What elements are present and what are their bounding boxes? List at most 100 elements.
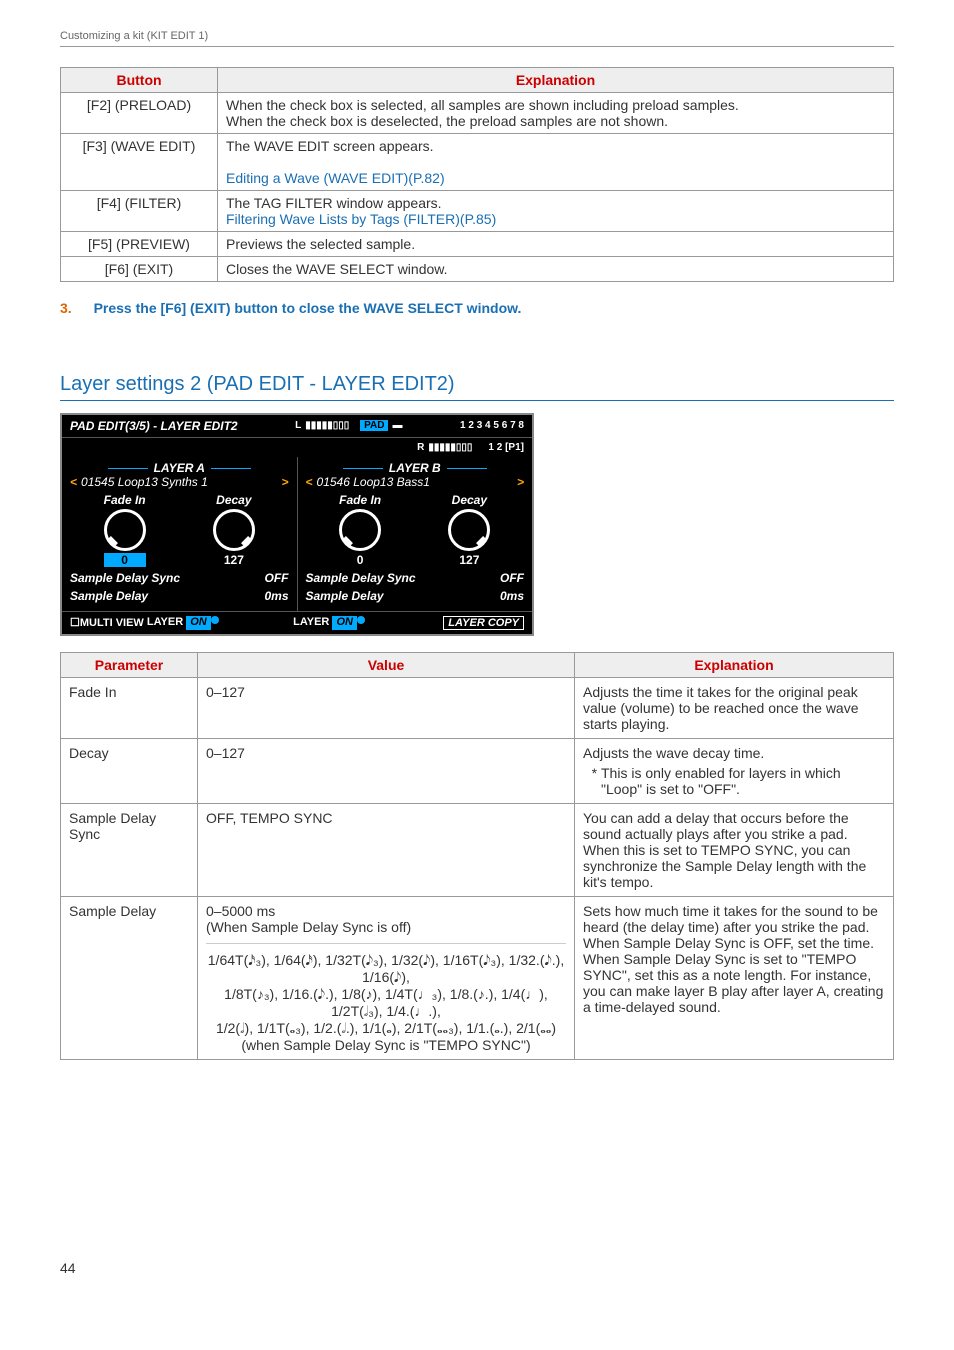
text-line: 1/64T(𝅘𝅥𝅯₃), 1/64(𝅘𝅥𝅯), 1/32T(𝅘𝅥𝅮₃), 1/3… [206,952,566,986]
lcd-title-text: PAD EDIT(3/5) - LAYER EDIT2 [70,419,238,433]
decay-label: Decay [448,493,490,507]
th-parameter: Parameter [61,652,198,677]
table-row: Sample Delay 0–5000 ms (When Sample Dela… [61,896,894,1059]
sd-value: 0ms [264,589,288,603]
explanation-cell: Sets how much time it takes for the soun… [575,896,894,1059]
button-cell: [F2] (PRELOAD) [61,93,218,134]
table-row: Fade In 0–127 Adjusts the time it takes … [61,677,894,738]
sds-value: OFF [265,571,289,585]
param-cell: Fade In [61,677,198,738]
text-line: When the check box is selected, all samp… [226,97,885,113]
lcd-grid: 1 2 3 4 5 6 7 8 [460,419,524,433]
text-line: 1/2(𝅗𝅥), 1/1T(𝅝₃), 1/2.(𝅗𝅥.), 1/1(𝅝), 2/… [206,1020,566,1037]
param-cell: Sample Delay Sync [61,803,198,896]
text-line: Adjusts the wave decay time. [583,745,764,761]
layer-a-toggle: ON [186,616,211,630]
layer-label: LAYER [293,616,329,630]
link[interactable]: Filtering Wave Lists by Tags (FILTER)(P.… [226,211,496,227]
layer-a-wave: 01545 Loop13 Synths 1 [81,475,208,489]
note-item: This is only enabled for layers in which… [601,765,885,797]
meter-r-label: R [417,442,424,453]
explanation-cell: Closes the WAVE SELECT window. [218,257,894,282]
param-cell: Decay [61,738,198,803]
buttons-table: Button Explanation [F2] (PRELOAD) When t… [60,67,894,282]
sd-label: Sample Delay [70,589,148,603]
layer-b-wave: 01546 Loop13 Bass1 [317,475,430,489]
table-row: [F6] (EXIT) Closes the WAVE SELECT windo… [61,257,894,282]
explanation-cell: You can add a delay that occurs before t… [575,803,894,896]
decay-value: 127 [213,553,255,567]
value-cell: OFF, TEMPO SYNC [198,803,575,896]
knob-icon [213,509,255,551]
button-cell: [F3] (WAVE EDIT) [61,134,218,191]
step-number: 3. [60,300,72,316]
grid-top: 1 2 3 4 5 6 7 8 [460,420,524,431]
layer-b-header: LAYER B [306,461,525,475]
text-line: (when Sample Delay Sync is "TEMPO SYNC") [206,1037,566,1053]
step: 3. Press the [F6] (EXIT) button to close… [60,300,894,316]
decay-value: 127 [448,553,490,567]
value-top: 0–5000 ms (When Sample Delay Sync is off… [206,903,566,944]
lcd-meters: L▮▮▮▮▮▯▯▯ PAD▬ [295,419,402,433]
step-text: Press the [F6] (EXIT) button to close th… [94,300,522,316]
knob-icon [104,509,146,551]
param-cell: Sample Delay [61,896,198,1059]
knob-icon [339,509,381,551]
value-cell: 0–127 [198,677,575,738]
value-cell: 0–127 [198,738,575,803]
chevron-right-icon: > [281,475,288,489]
table-row: [F3] (WAVE EDIT) The WAVE EDIT screen ap… [61,134,894,191]
explanation-cell: Previews the selected sample. [218,232,894,257]
fade-in-value: 0 [339,553,381,567]
toggle-dot-icon [211,616,219,624]
lcd-screenshot: PAD EDIT(3/5) - LAYER EDIT2 L▮▮▮▮▮▯▯▯ PA… [60,413,534,636]
layer-a-header: LAYER A [70,461,289,475]
button-cell: [F5] (PREVIEW) [61,232,218,257]
fade-in-label: Fade In [339,493,381,507]
fade-in-value: 0 [104,553,146,567]
decay-label: Decay [213,493,255,507]
fade-in-label: Fade In [104,493,146,507]
th-explanation: Explanation [575,652,894,677]
layer-copy-button: LAYER COPY [443,616,524,630]
meter-l-label: L [295,420,301,431]
explanation-cell: Adjusts the wave decay time. This is onl… [575,738,894,803]
table-row: [F2] (PRELOAD) When the check box is sel… [61,93,894,134]
sd-label: Sample Delay [306,589,384,603]
sds-label: Sample Delay Sync [70,571,180,585]
explanation-cell: The TAG FILTER window appears. Filtering… [218,191,894,232]
table-row: [F4] (FILTER) The TAG FILTER window appe… [61,191,894,232]
pad-badge: PAD [360,420,388,431]
th-value: Value [198,652,575,677]
chevron-left-icon: < [70,475,77,489]
value-cell: 0–5000 ms (When Sample Delay Sync is off… [198,896,575,1059]
grid-bottom: 1 2 [P1] [488,442,524,453]
toggle-dot-icon [357,616,365,624]
table-row: [F5] (PREVIEW) Previews the selected sam… [61,232,894,257]
sds-value: OFF [500,571,524,585]
table-row: Decay 0–127 Adjusts the wave decay time.… [61,738,894,803]
value-bottom: 1/64T(𝅘𝅥𝅯₃), 1/64(𝅘𝅥𝅯), 1/32T(𝅘𝅥𝅮₃), 1/3… [206,952,566,1053]
sd-value: 0ms [500,589,524,603]
th-button: Button [61,68,218,93]
button-cell: [F4] (FILTER) [61,191,218,232]
sds-label: Sample Delay Sync [306,571,416,585]
knob-icon [448,509,490,551]
text-line: The WAVE EDIT screen appears. [226,138,885,154]
page-header: Customizing a kit (KIT EDIT 1) [60,30,894,47]
lcd-layer-a: LAYER A < 01545 Loop13 Synths 1 > Fade I… [62,457,298,611]
section-heading: Layer settings 2 (PAD EDIT - LAYER EDIT2… [60,373,894,401]
text-line: The TAG FILTER window appears. [226,195,885,211]
layer-b-toggle: ON [332,616,357,630]
lcd-layer-b: LAYER B < 01546 Loop13 Bass1 > Fade In 0… [298,457,533,611]
link[interactable]: Editing a Wave (WAVE EDIT)(P.82) [226,170,445,186]
table-row: Sample Delay Sync OFF, TEMPO SYNC You ca… [61,803,894,896]
explanation-cell: When the check box is selected, all samp… [218,93,894,134]
explanation-cell: The WAVE EDIT screen appears. Editing a … [218,134,894,191]
parameter-table: Parameter Value Explanation Fade In 0–12… [60,652,894,1060]
text-line: When the check box is deselected, the pr… [226,113,885,129]
th-explanation: Explanation [218,68,894,93]
text-line: 1/8T(♪₃), 1/16.(𝅘𝅥𝅮.), 1/8(♪), 1/4T(♩₃),… [206,986,566,1020]
chevron-right-icon: > [517,475,524,489]
button-cell: [F6] (EXIT) [61,257,218,282]
